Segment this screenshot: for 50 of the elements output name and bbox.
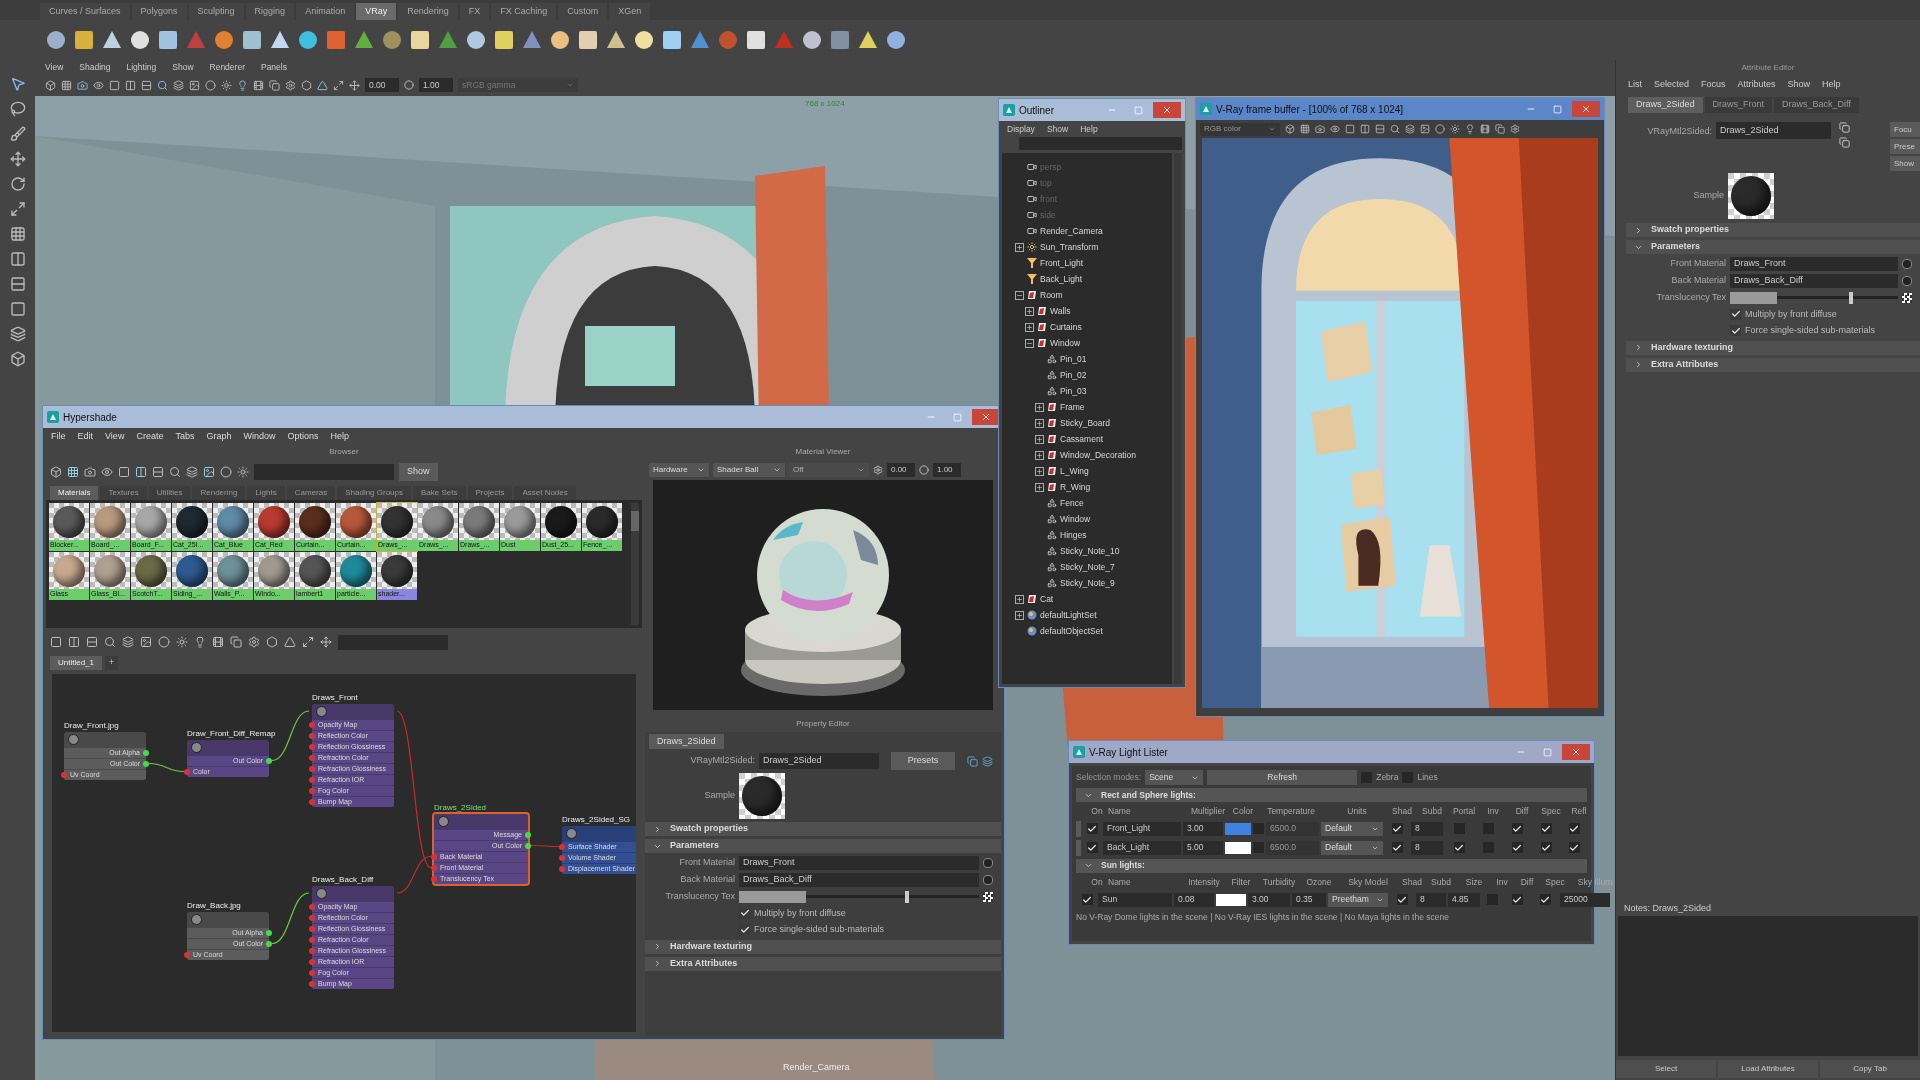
exposure-field[interactable]: 0.00	[365, 78, 399, 92]
menu-item[interactable]: List	[1628, 78, 1642, 92]
menu-item[interactable]: Show	[1787, 78, 1811, 92]
editor-button[interactable]: Copy Tab	[1820, 1060, 1920, 1078]
editor-button[interactable]: Show	[1890, 156, 1920, 171]
text-field[interactable]: Draws_Back_Diff	[1730, 274, 1898, 288]
menu-item[interactable]: Selected	[1654, 78, 1690, 92]
menu-item[interactable]: Shading	[79, 60, 111, 74]
menu-item[interactable]: Renderer	[209, 60, 245, 74]
menu-item[interactable]: View	[45, 60, 64, 74]
section-header[interactable]: Hardware texturing	[1626, 340, 1920, 355]
shelf-tab[interactable]: Curves / Surfaces	[40, 3, 130, 20]
field-label: Translucency Tex	[1655, 291, 1726, 304]
node-name-field[interactable]: Draws_2Sided	[1716, 122, 1831, 139]
notes-label: Notes: Draws_2Sided	[1623, 902, 1713, 915]
editor-button[interactable]: Select	[1616, 1060, 1716, 1078]
shelf-tab[interactable]: VRay	[356, 3, 397, 20]
panel-title: Attribute Editor	[1740, 62, 1796, 74]
shelf-tab[interactable]: Rigging	[245, 3, 295, 20]
field-label: Back Material	[1670, 274, 1726, 288]
sample-label: Sample	[1692, 189, 1724, 203]
editor-button[interactable]: Load Attributes	[1718, 1060, 1818, 1078]
editor-tab[interactable]: Draws_2Sided	[1628, 97, 1703, 113]
editor-button[interactable]: Prese	[1890, 139, 1920, 154]
checkbox-label: Force single-sided sub-materials	[1745, 324, 1876, 337]
menu-item[interactable]: Show	[172, 60, 194, 74]
editor-tab[interactable]: Draws_Front	[1704, 97, 1773, 113]
section-header[interactable]: Extra Attributes	[1626, 357, 1920, 372]
field-label: Front Material	[1669, 257, 1726, 271]
menu-item[interactable]: Lighting	[126, 60, 157, 74]
shelf-tab[interactable]: XGen	[609, 3, 651, 20]
shelf-tab[interactable]: Polygons	[131, 3, 187, 20]
menu-item[interactable]: Panels	[260, 60, 287, 74]
shelf-tab[interactable]: Sculpting	[188, 3, 244, 20]
shelf-tab[interactable]: FX	[459, 3, 490, 20]
gamma-field[interactable]: 1.00	[419, 78, 453, 92]
editor-tab[interactable]: Draws_Back_Diff	[1774, 97, 1859, 113]
menu-item[interactable]: Focus	[1701, 78, 1726, 92]
shelf-tab[interactable]: Animation	[296, 3, 355, 20]
text-field[interactable]: Draws_Front	[1730, 257, 1898, 271]
node-type-label: VRayMtl2Sided:	[1646, 125, 1712, 138]
menu-item[interactable]: Attributes	[1737, 78, 1776, 92]
shelf-tab[interactable]: FX Caching	[491, 3, 557, 20]
shelf-tab[interactable]: Custom	[558, 3, 608, 20]
section-header[interactable]: Parameters	[1626, 240, 1920, 254]
checkbox-label: Multiply by front diffuse	[1745, 307, 1837, 321]
section-header[interactable]: Swatch properties	[1626, 223, 1920, 237]
editor-button[interactable]: Focu	[1890, 122, 1920, 137]
menu-item[interactable]: Help	[1822, 78, 1841, 92]
shelf-tab[interactable]: Rendering	[398, 3, 458, 20]
